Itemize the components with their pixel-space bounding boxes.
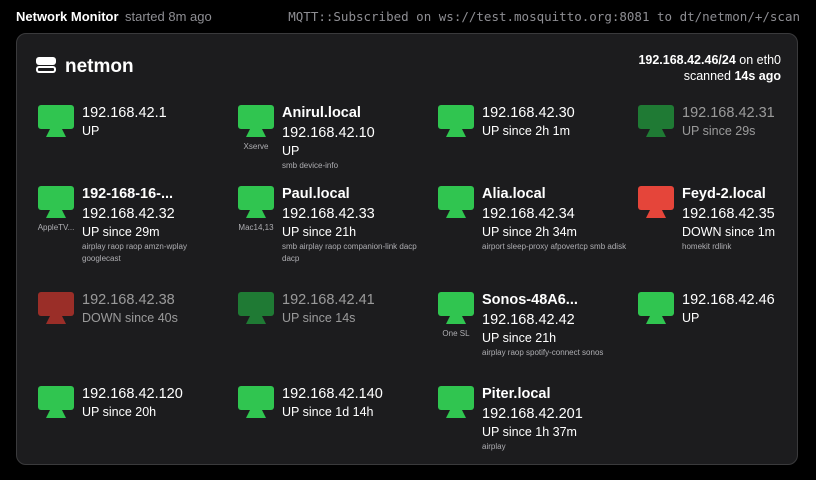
desktop-icon bbox=[638, 105, 674, 139]
host-ip: 192.168.42.42 bbox=[482, 312, 575, 328]
interface: eth0 bbox=[756, 53, 781, 67]
host-ip: 192.168.42.1 bbox=[82, 105, 167, 121]
host-ip: 192.168.42.41 bbox=[282, 292, 375, 308]
host-model: AppleTV... bbox=[37, 223, 75, 232]
desktop-icon bbox=[38, 186, 74, 220]
on-label: on bbox=[739, 53, 754, 67]
desktop-icon bbox=[238, 105, 274, 139]
host-card[interactable]: Alia.local 192.168.42.34 UP since 2h 34m ai… bbox=[436, 184, 626, 274]
scanned-label: scanned bbox=[683, 69, 731, 83]
host-card[interactable]: 192.168.42.31 UP since 29s bbox=[636, 103, 816, 193]
host-name: 192-168-16-... bbox=[82, 186, 174, 202]
host-status: UP since 2h 34m bbox=[482, 225, 577, 239]
server-icon bbox=[36, 57, 56, 73]
desktop-icon bbox=[638, 292, 674, 326]
host-services: smb device-info bbox=[282, 161, 339, 170]
host-card[interactable]: 192.168.42.120 UP since 20h bbox=[36, 384, 226, 474]
host-ip: 192.168.42.30 bbox=[482, 105, 575, 121]
host-ip: 192.168.42.120 bbox=[82, 386, 183, 402]
mqtt-status: MQTT::Subscribed on ws://test.mosquitto.… bbox=[288, 9, 800, 24]
desktop-icon bbox=[438, 105, 474, 139]
subnet: 192.168.42.46/24 bbox=[638, 53, 736, 67]
host-model: Mac14,13 bbox=[238, 223, 274, 232]
host-name: Paul.local bbox=[282, 186, 350, 202]
top-bar: Network Monitor started 8m ago MQTT::Sub… bbox=[0, 0, 816, 34]
host-card[interactable]: 192.168.42.46 UP bbox=[636, 290, 816, 380]
host-status: UP since 14s bbox=[282, 311, 356, 325]
host-services: homekit rdlink bbox=[682, 242, 732, 251]
started-time: started 8m ago bbox=[125, 9, 212, 24]
host-card[interactable]: Mac14,13 Paul.local 192.168.42.33 UP since … bbox=[236, 184, 426, 274]
host-status: DOWN since 1m bbox=[682, 225, 776, 239]
desktop-icon bbox=[438, 386, 474, 420]
host-status: UP since 20h bbox=[82, 405, 157, 419]
network-info: 192.168.42.46/24 on eth0 scanned 14s ago bbox=[638, 52, 781, 84]
scanned-ago: 14s ago bbox=[734, 69, 781, 83]
host-card[interactable]: Xserve Anirul.local 192.168.42.10 UP smb dev… bbox=[236, 103, 426, 193]
desktop-icon bbox=[238, 386, 274, 420]
host-status: UP since 1h 37m bbox=[482, 425, 577, 439]
desktop-icon bbox=[38, 105, 74, 139]
host-services: airplay raop raop amzn-wplay googlecast bbox=[82, 242, 187, 263]
desktop-icon bbox=[238, 292, 274, 326]
desktop-icon bbox=[638, 186, 674, 220]
host-services: airport sleep-proxy afpovertcp smb adisk bbox=[482, 242, 627, 251]
host-card[interactable]: One SL Sonos-48A6... 192.168.42.42 UP since… bbox=[436, 290, 626, 380]
desktop-icon bbox=[238, 186, 274, 220]
desktop-icon bbox=[38, 386, 74, 420]
host-ip: 192.168.42.32 bbox=[82, 206, 175, 222]
host-status: UP since 21h bbox=[482, 331, 557, 345]
host-status: UP since 1d 14h bbox=[282, 405, 374, 419]
host-name: Alia.local bbox=[482, 186, 546, 202]
host-ip: 192.168.42.35 bbox=[682, 206, 775, 222]
desktop-icon bbox=[438, 292, 474, 326]
host-card[interactable]: 192.168.42.38 DOWN since 40s bbox=[36, 290, 226, 380]
host-name: Piter.local bbox=[482, 386, 551, 402]
host-ip: 192.168.42.46 bbox=[682, 292, 775, 308]
desktop-icon bbox=[38, 292, 74, 326]
host-card[interactable]: Feyd-2.local 192.168.42.35 DOWN since 1m ho… bbox=[636, 184, 816, 274]
host-ip: 192.168.42.31 bbox=[682, 105, 775, 121]
brand-title: netmon bbox=[65, 56, 134, 77]
host-status: UP bbox=[282, 144, 300, 158]
host-name: Sonos-48A6... bbox=[482, 292, 578, 308]
host-status: UP since 21h bbox=[282, 225, 357, 239]
host-ip: 192.168.42.34 bbox=[482, 206, 575, 222]
desktop-icon bbox=[438, 186, 474, 220]
host-card[interactable]: AppleTV... 192-168-16-... 192.168.42.32 UP … bbox=[36, 184, 226, 274]
host-services: airplay bbox=[482, 442, 506, 451]
host-ip: 192.168.42.201 bbox=[482, 406, 583, 422]
host-ip: 192.168.42.38 bbox=[82, 292, 175, 308]
host-status: UP since 29m bbox=[82, 225, 160, 239]
host-services: airplay raop spotify-connect sonos bbox=[482, 348, 604, 357]
host-model: One SL bbox=[442, 329, 470, 338]
host-card[interactable]: 192.168.42.30 UP since 2h 1m bbox=[436, 103, 626, 193]
host-services: smb airplay raop companion-link dacp dac… bbox=[282, 242, 417, 263]
host-card[interactable]: 192.168.42.1 UP bbox=[36, 103, 226, 193]
host-card[interactable]: 192.168.42.41 UP since 14s bbox=[236, 290, 426, 380]
host-status: UP since 2h 1m bbox=[482, 124, 571, 138]
host-model: Xserve bbox=[243, 142, 269, 151]
host-card[interactable]: Piter.local 192.168.42.201 UP since 1h 37m… bbox=[436, 384, 626, 474]
host-status: UP bbox=[682, 311, 700, 325]
host-name: Anirul.local bbox=[282, 105, 361, 121]
host-status: UP bbox=[82, 124, 100, 138]
host-name: Feyd-2.local bbox=[682, 186, 766, 202]
app-title: Network Monitor bbox=[16, 9, 119, 24]
host-ip: 192.168.42.140 bbox=[282, 386, 383, 402]
netmon-panel: netmon 192.168.42.46/24 on eth0 scanned … bbox=[16, 33, 798, 465]
host-status: DOWN since 40s bbox=[82, 311, 178, 325]
host-status: UP since 29s bbox=[682, 124, 756, 138]
host-card[interactable]: 192.168.42.140 UP since 1d 14h bbox=[236, 384, 426, 474]
host-ip: 192.168.42.33 bbox=[282, 206, 375, 222]
host-ip: 192.168.42.10 bbox=[282, 125, 375, 141]
